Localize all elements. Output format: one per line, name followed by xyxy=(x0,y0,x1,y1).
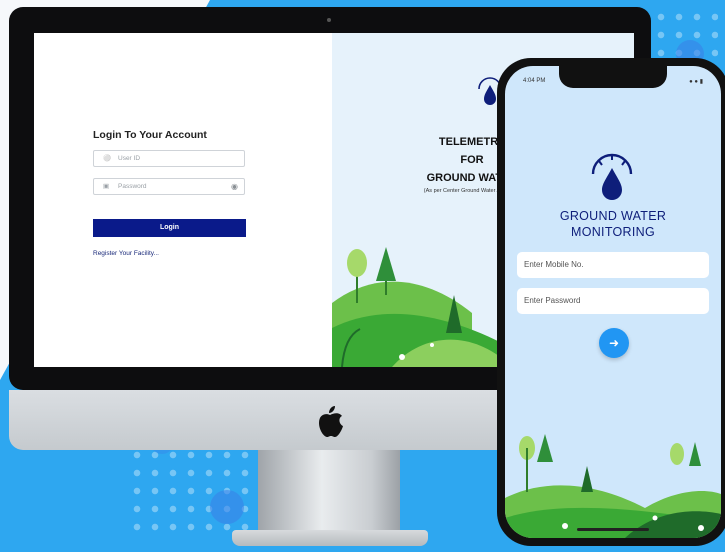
gauge-drop-icon xyxy=(591,153,633,200)
app-title-line1: GROUND WATER xyxy=(559,209,667,223)
monitor-camera xyxy=(327,18,331,22)
deco-circle xyxy=(210,490,244,524)
password-field[interactable]: ▣ Password ◉ xyxy=(93,178,245,195)
eye-icon[interactable]: ◉ xyxy=(231,179,238,194)
mobile-phone: 4:04 PM ● ● ▮ GROUND WATER MONITORING En… xyxy=(497,58,725,546)
lock-icon: ▣ xyxy=(103,183,110,190)
landscape-illustration xyxy=(505,434,721,538)
phone-screen: 4:04 PM ● ● ▮ GROUND WATER MONITORING En… xyxy=(505,66,721,538)
status-icons: ● ● ▮ xyxy=(689,79,703,85)
monitor-stand xyxy=(258,450,400,530)
login-button[interactable]: Login xyxy=(93,219,246,237)
password-input[interactable]: Enter Password xyxy=(517,288,709,314)
user-icon: ⚪ xyxy=(103,155,112,162)
home-indicator xyxy=(577,528,649,531)
app-title: GROUND WATER MONITORING xyxy=(505,208,721,240)
password-placeholder: Password xyxy=(118,183,147,190)
userid-placeholder: User ID xyxy=(118,155,141,162)
phone-notch xyxy=(559,66,667,88)
status-time: 4:04 PM xyxy=(523,78,546,84)
userid-field[interactable]: ⚪ User ID xyxy=(93,150,245,167)
login-button[interactable]: ➜ xyxy=(599,328,629,358)
register-link[interactable]: Register Your Facility... xyxy=(93,250,159,257)
app-title-line2: MONITORING xyxy=(570,225,656,239)
login-pane: Login To Your Account ⚪ User ID ▣ Passwo… xyxy=(34,33,332,367)
login-arrow-icon: ➜ xyxy=(608,336,620,350)
login-title: Login To Your Account xyxy=(93,129,207,141)
apple-logo-icon xyxy=(319,406,343,437)
mobile-number-input[interactable]: Enter Mobile No. xyxy=(517,252,709,278)
monitor-foot xyxy=(232,530,428,546)
